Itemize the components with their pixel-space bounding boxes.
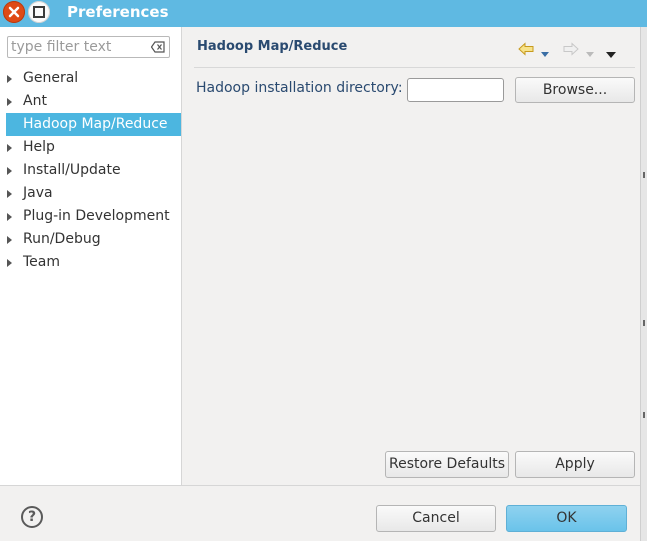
tree-item[interactable]: Hadoop Map/Reduce [6, 113, 181, 136]
filter-box[interactable] [7, 36, 170, 58]
apply-button[interactable]: Apply [515, 451, 635, 478]
tree-item-label: General [23, 70, 79, 86]
restore-defaults-button[interactable]: Restore Defaults [385, 451, 509, 478]
expand-arrow-icon[interactable] [7, 213, 12, 221]
cancel-button[interactable]: Cancel [376, 505, 496, 532]
help-icon[interactable]: ? [21, 506, 43, 528]
clear-filter-icon[interactable] [151, 41, 165, 53]
expand-arrow-icon[interactable] [7, 236, 12, 244]
expand-arrow-icon[interactable] [7, 190, 12, 198]
title-bar: Preferences [0, 0, 647, 27]
view-menu-icon[interactable] [606, 46, 616, 62]
ok-button[interactable]: OK [506, 505, 627, 532]
back-dropdown-icon[interactable] [541, 46, 549, 62]
maximize-icon [33, 6, 45, 18]
forward-icon[interactable] [563, 42, 579, 60]
expand-arrow-icon[interactable] [7, 98, 12, 106]
expand-arrow-icon[interactable] [7, 259, 12, 267]
preferences-tree: General Ant Hadoop Map/Reduce Help Install/U… [0, 67, 181, 274]
footer-separator [0, 485, 640, 486]
tree-item[interactable]: Java [0, 182, 181, 205]
tree-item[interactable]: General [0, 67, 181, 90]
expand-arrow-icon[interactable] [7, 167, 12, 175]
back-icon[interactable] [518, 42, 534, 60]
expand-arrow-icon[interactable] [7, 144, 12, 152]
tree-item-label: Plug-in Development [23, 208, 170, 224]
title-separator [194, 67, 635, 68]
right-edge [640, 27, 647, 541]
page-navigation [518, 42, 628, 58]
tree-item[interactable]: Help [0, 136, 181, 159]
tree-item-label: Team [23, 254, 61, 270]
tree-item[interactable]: Ant [0, 90, 181, 113]
tree-item-label: Java [23, 185, 53, 201]
hadoop-dir-input[interactable] [407, 78, 504, 102]
window-title: Preferences [67, 3, 169, 21]
maximize-window-button[interactable] [28, 1, 50, 23]
browse-button[interactable]: Browse... [515, 77, 635, 103]
edge-tick [643, 412, 645, 418]
expand-arrow-icon[interactable] [7, 75, 12, 83]
tree-item-label: Install/Update [23, 162, 121, 178]
tree-item-label: Hadoop Map/Reduce [23, 116, 168, 132]
close-window-button[interactable] [3, 1, 25, 23]
edge-tick [643, 172, 645, 178]
filter-input[interactable] [11, 38, 146, 56]
preferences-sidebar: General Ant Hadoop Map/Reduce Help Install/U… [0, 27, 182, 485]
tree-item[interactable]: Team [0, 251, 181, 274]
edge-tick [643, 320, 645, 326]
tree-item-label: Run/Debug [23, 231, 101, 247]
tree-item-label: Help [23, 139, 55, 155]
tree-item[interactable]: Install/Update [0, 159, 181, 182]
preference-page: Hadoop Map/Reduce Hadoop installation di… [182, 27, 640, 485]
close-icon [8, 6, 20, 18]
page-title: Hadoop Map/Reduce [197, 39, 348, 54]
tree-item[interactable]: Run/Debug [0, 228, 181, 251]
tree-item-label: Ant [23, 93, 47, 109]
hadoop-dir-label: Hadoop installation directory: [196, 80, 403, 96]
tree-item[interactable]: Plug-in Development [0, 205, 181, 228]
forward-dropdown-icon[interactable] [586, 46, 594, 62]
